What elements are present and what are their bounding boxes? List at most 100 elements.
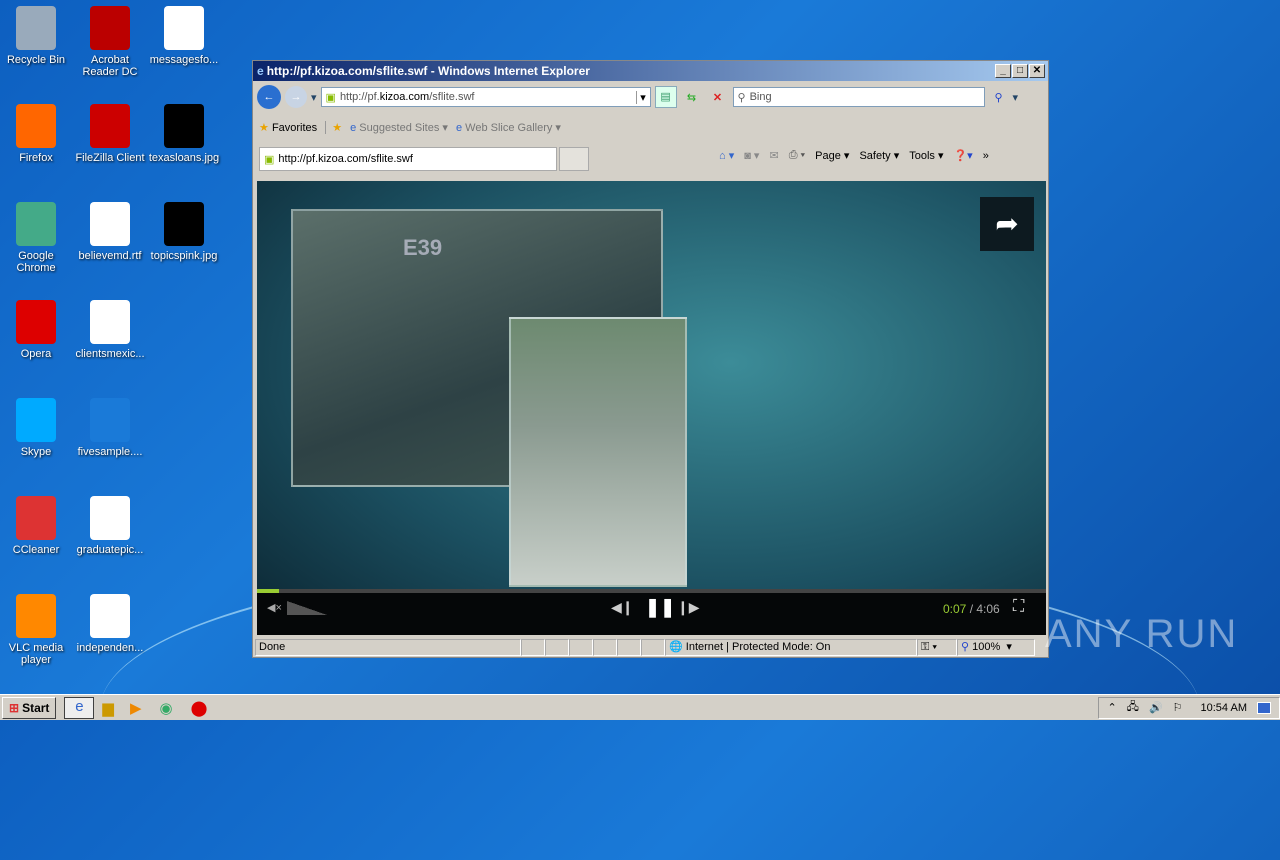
- file-icon: [164, 104, 204, 148]
- player-controls: ◀× ◀❙ ❚❚ ❙▶ 0:07 / 4:06 ⛶: [257, 589, 1046, 635]
- ie-icon: e: [257, 64, 264, 78]
- refresh-icon[interactable]: ⇆: [681, 91, 703, 104]
- progress-bar[interactable]: [257, 589, 1046, 593]
- mail-icon[interactable]: ✉: [769, 149, 778, 162]
- add-favorites-icon[interactable]: ★: [325, 121, 342, 134]
- desktop-icon-label: Recycle Bin: [6, 54, 66, 66]
- desktop-icon-label: Acrobat Reader DC: [82, 54, 138, 78]
- desktop-icon-label: messagesfo...: [149, 54, 219, 66]
- web-slice-gallery-link[interactable]: e Web Slice Gallery ▾: [456, 121, 561, 134]
- file-icon: [90, 6, 130, 50]
- desktop-icon[interactable]: graduatepic...: [72, 496, 148, 556]
- taskbar: ⊞ Start e ▆ ▶ ◉ ⬤ ⌃ 🖧 🔊 ⚐ 10:54 AM: [0, 694, 1280, 720]
- desktop-icon[interactable]: clientsmexic...: [72, 300, 148, 360]
- file-icon: [16, 6, 56, 50]
- network-icon[interactable]: 🖧: [1127, 698, 1139, 717]
- desktop-icon-label: fivesample....: [77, 446, 143, 458]
- search-button[interactable]: ⚲: [989, 91, 1009, 104]
- volume-slider[interactable]: [287, 601, 327, 615]
- pause-button[interactable]: ❚❚: [645, 597, 675, 618]
- back-button[interactable]: ←: [257, 85, 281, 109]
- desktop-icon[interactable]: VLC media player: [0, 594, 74, 666]
- desktop-icon-label: VLC media player: [8, 642, 64, 666]
- star-icon: ★: [259, 122, 269, 134]
- ie-window: e http://pf.kizoa.com/sflite.swf - Windo…: [252, 60, 1049, 658]
- popup-blocker-icon[interactable]: ⚿ ▾: [917, 638, 957, 656]
- status-bar: Done 🌐 Internet | Protected Mode: On ⚿ ▾…: [255, 638, 1046, 656]
- search-input[interactable]: ⚲ Bing: [732, 87, 985, 107]
- system-tray: ⌃ 🖧 🔊 ⚐ 10:54 AM: [1098, 696, 1280, 719]
- total-time: 4:06: [976, 602, 1000, 616]
- safety-menu[interactable]: Safety ▾: [859, 149, 899, 162]
- desktop-icon[interactable]: CCleaner: [0, 496, 74, 556]
- desktop-icon[interactable]: Google Chrome: [0, 202, 74, 274]
- desktop-icon[interactable]: FileZilla Client: [72, 104, 148, 164]
- home-icon[interactable]: ⌂ ▾: [719, 149, 734, 162]
- desktop-icon-label: texasloans.jpg: [148, 152, 220, 164]
- mute-icon[interactable]: ◀×: [267, 601, 282, 614]
- desktop-icon-label: graduatepic...: [76, 544, 144, 556]
- history-dropdown-icon[interactable]: ▾: [311, 91, 317, 104]
- file-icon: [90, 202, 130, 246]
- stop-icon[interactable]: ✕: [707, 91, 729, 104]
- taskbar-ie[interactable]: e: [64, 696, 95, 719]
- desktop-icon[interactable]: believemd.rtf: [72, 202, 148, 262]
- chevron-more-icon[interactable]: »: [983, 150, 989, 162]
- clock[interactable]: 10:54 AM: [1201, 702, 1247, 714]
- close-button[interactable]: ✕: [1029, 64, 1045, 78]
- feeds-icon[interactable]: ◙ ▾: [744, 149, 759, 162]
- previous-button[interactable]: ◀❙: [611, 599, 634, 616]
- watermark: ANY RUN: [1045, 612, 1239, 656]
- taskbar-opera[interactable]: ⬤: [191, 699, 208, 717]
- show-desktop-button[interactable]: [1257, 701, 1271, 714]
- title-bar[interactable]: e http://pf.kizoa.com/sflite.swf - Windo…: [253, 61, 1048, 81]
- current-time: 0:07: [943, 602, 967, 616]
- search-options-icon[interactable]: ▾: [1013, 91, 1019, 104]
- taskbar-chrome[interactable]: ◉: [160, 699, 173, 717]
- desktop-icon[interactable]: Firefox: [0, 104, 74, 164]
- desktop-icon-label: FileZilla Client: [75, 152, 145, 164]
- window-title: http://pf.kizoa.com/sflite.swf - Windows…: [266, 64, 590, 78]
- desktop-icon[interactable]: messagesfo...: [146, 6, 222, 66]
- security-zone[interactable]: 🌐 Internet | Protected Mode: On: [665, 638, 917, 656]
- desktop-icon[interactable]: Acrobat Reader DC: [72, 6, 148, 78]
- start-button[interactable]: ⊞ Start: [2, 696, 57, 719]
- fullscreen-icon[interactable]: ⛶: [1013, 598, 1024, 616]
- file-icon: [90, 104, 130, 148]
- new-tab-button[interactable]: [559, 147, 589, 171]
- slideshow-player[interactable]: E39 ➦: [257, 181, 1046, 635]
- desktop-icon[interactable]: independen...: [72, 594, 148, 654]
- address-bar[interactable]: ▣ http://pf. kizoa.com/sflite.swf ▾: [320, 87, 651, 107]
- help-icon[interactable]: ❓▾: [953, 149, 972, 162]
- maximize-button[interactable]: □: [1012, 64, 1028, 78]
- desktop-icon[interactable]: Recycle Bin: [0, 6, 74, 66]
- compat-view-icon[interactable]: ▤: [654, 86, 677, 108]
- zoom-control[interactable]: ⚲ 100% ▾: [957, 638, 1035, 656]
- search-icon: ⚲: [737, 91, 746, 104]
- suggested-sites-link[interactable]: e Suggested Sites ▾: [350, 121, 448, 134]
- minimize-button[interactable]: _: [995, 64, 1011, 78]
- share-button[interactable]: ➦: [980, 197, 1034, 251]
- next-button[interactable]: ❙▶: [677, 599, 700, 616]
- file-icon: [16, 496, 56, 540]
- volume-icon[interactable]: 🔊: [1149, 701, 1163, 714]
- desktop-icon[interactable]: Skype: [0, 398, 74, 458]
- page-menu[interactable]: Page ▾: [815, 149, 849, 162]
- desktop-icon[interactable]: Opera: [0, 300, 74, 360]
- print-icon[interactable]: ⎙ ▾: [789, 149, 805, 162]
- favorites-button[interactable]: ★ Favorites: [259, 121, 317, 134]
- forward-button[interactable]: →: [285, 86, 307, 108]
- tray-expand-icon[interactable]: ⌃: [1107, 701, 1116, 714]
- desktop-icon[interactable]: topicspink.jpg: [146, 202, 222, 262]
- desktop-icon-label: topicspink.jpg: [150, 250, 218, 262]
- desktop-icon[interactable]: texasloans.jpg: [146, 104, 222, 164]
- file-icon: [90, 496, 130, 540]
- taskbar-media-player[interactable]: ▶: [130, 699, 142, 717]
- file-icon: [90, 594, 130, 638]
- flag-icon[interactable]: ⚐: [1173, 701, 1183, 714]
- file-icon: [16, 398, 56, 442]
- taskbar-explorer[interactable]: ▆: [102, 699, 114, 717]
- tab-active[interactable]: ▣ http://pf.kizoa.com/sflite.swf: [259, 147, 557, 171]
- tools-menu[interactable]: Tools ▾: [909, 149, 943, 162]
- desktop-icon[interactable]: fivesample....: [72, 398, 148, 458]
